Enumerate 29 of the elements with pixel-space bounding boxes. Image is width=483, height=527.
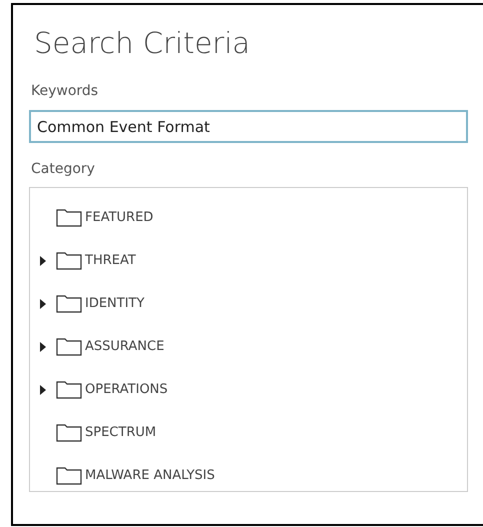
folder-icon xyxy=(56,337,82,356)
expand-caret-icon[interactable] xyxy=(40,256,46,266)
folder-icon xyxy=(56,251,82,270)
tree-item-label: ASSURANCE xyxy=(85,338,164,356)
panel-title: Search Criteria xyxy=(33,25,252,61)
tree-item[interactable]: MALWARE ANALYSIS xyxy=(30,454,467,497)
tree-item-label: THREAT xyxy=(85,252,136,270)
expand-caret-icon[interactable] xyxy=(40,384,46,394)
folder-icon xyxy=(56,208,82,227)
tree-item[interactable]: IDENTITY xyxy=(30,282,467,325)
tree-item[interactable]: ASSURANCE xyxy=(30,325,467,368)
tree-item-label: IDENTITY xyxy=(85,294,144,313)
field-label: Keywords xyxy=(30,82,100,101)
tree-item-label: SPECTRUM xyxy=(85,424,156,442)
tree-item[interactable]: THREAT xyxy=(30,239,467,282)
tree-item-label: FEATURED xyxy=(85,208,154,227)
tree-item-label: OPERATIONS xyxy=(85,380,168,399)
folder-icon xyxy=(56,380,82,399)
tree-item-label: MALWARE ANALYSIS xyxy=(85,466,215,485)
tree-item[interactable]: SPECTRUM xyxy=(30,411,467,454)
folder-icon xyxy=(56,466,82,485)
tree-item[interactable]: FEATURED xyxy=(30,196,467,239)
field-label: Category xyxy=(30,160,96,179)
folder-icon xyxy=(56,423,82,442)
keywords-field[interactable]: Common Event Format xyxy=(29,110,468,143)
folder-icon xyxy=(56,294,82,313)
expand-caret-icon[interactable] xyxy=(40,342,46,352)
expand-caret-icon[interactable] xyxy=(40,298,46,308)
tree-item[interactable]: OPERATIONS xyxy=(30,368,467,411)
